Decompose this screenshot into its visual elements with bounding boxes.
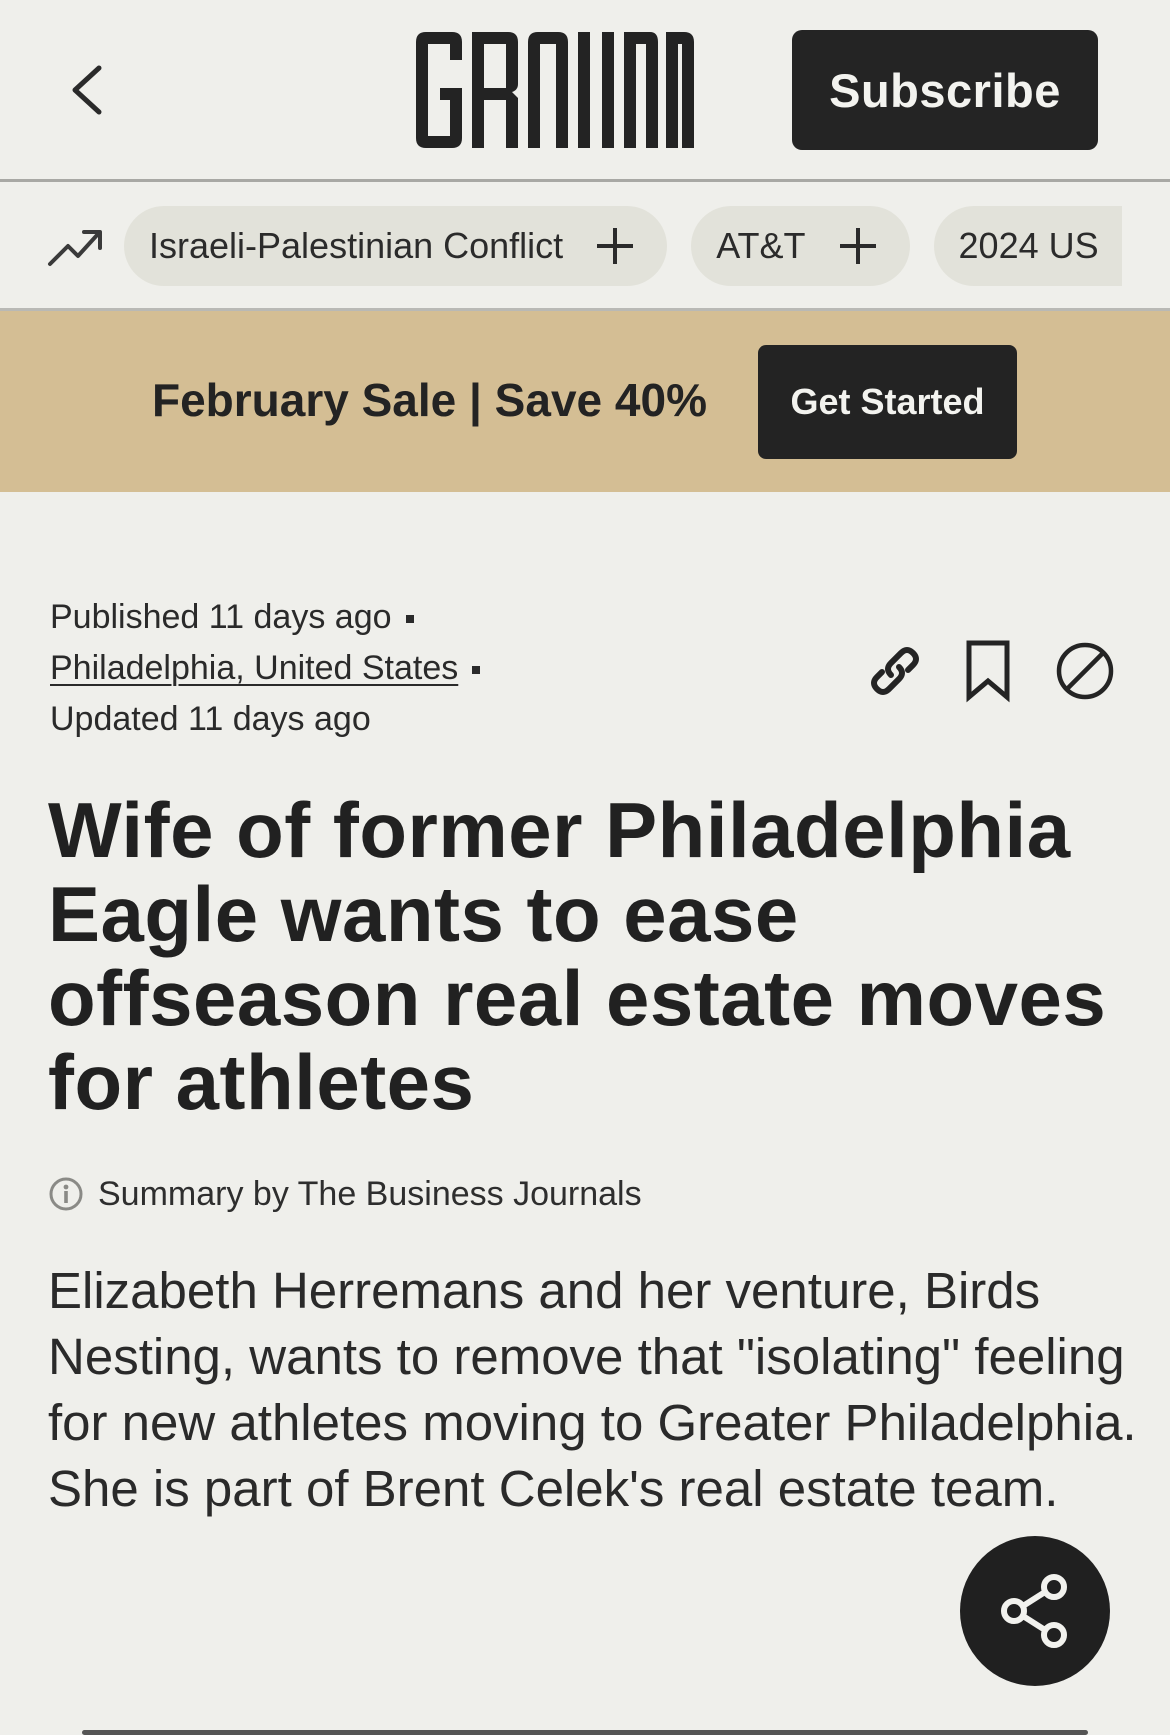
article-screen: Subscribe Israeli-Palestinian Conflict A… (0, 0, 1170, 1735)
subscribe-button[interactable]: Subscribe (792, 30, 1098, 150)
scroll-edge-divider (82, 1730, 1088, 1735)
article-actions (860, 632, 1120, 710)
separator-dot (405, 615, 414, 624)
back-button[interactable] (62, 58, 112, 122)
topic-chip[interactable]: 2024 US (933, 206, 1122, 286)
topic-chip-label: AT&T (716, 225, 806, 266)
summary-source-label: Summary by The Business Journals (98, 1174, 642, 1213)
separator-dot (472, 666, 481, 675)
chevron-left-icon (72, 65, 102, 115)
share-icon (1001, 1574, 1067, 1648)
copy-link-button[interactable] (860, 632, 930, 710)
topic-chip[interactable]: AT&T (691, 206, 910, 286)
block-icon (1056, 642, 1114, 700)
link-icon (871, 647, 919, 695)
block-source-button[interactable] (1050, 632, 1120, 710)
article-headline: Wife of former Philadelphia Eagle wants … (48, 786, 1107, 1126)
topic-chip[interactable]: Israeli-Palestinian Conflict (124, 206, 668, 286)
top-bar: Subscribe (0, 0, 1170, 182)
share-button[interactable] (960, 1536, 1110, 1686)
ground-logo[interactable] (412, 28, 696, 152)
bookmark-button[interactable] (953, 632, 1023, 710)
article-meta: Published 11 days ago Philadelphia, Unit… (50, 592, 810, 745)
plus-icon[interactable] (597, 228, 634, 264)
get-started-button[interactable]: Get Started (758, 345, 1017, 459)
location-link[interactable]: Philadelphia, United States (50, 649, 458, 687)
topic-chips-scroller[interactable]: Israeli-Palestinian Conflict AT&T 2024 U… (124, 206, 1122, 286)
topic-chip-label: Israeli-Palestinian Conflict (149, 225, 564, 266)
promo-text: February Sale | Save 40% (152, 374, 707, 426)
promo-banner: February Sale | Save 40% Get Started (0, 311, 1170, 492)
topic-chip-label: 2024 US (958, 225, 1099, 266)
article-summary: Elizabeth Herremans and her venture, Bir… (48, 1262, 1137, 1517)
bookmark-icon (966, 640, 1010, 703)
updated-date: Updated 11 days ago (50, 700, 371, 738)
info-icon[interactable] (48, 1176, 84, 1212)
summary-source: Summary by The Business Journals (48, 1172, 642, 1216)
published-date: Published 11 days ago (50, 598, 392, 636)
plus-icon[interactable] (839, 228, 876, 264)
trending-topics-bar: Israeli-Palestinian Conflict AT&T 2024 U… (0, 182, 1170, 311)
trending-up-icon (48, 230, 102, 266)
